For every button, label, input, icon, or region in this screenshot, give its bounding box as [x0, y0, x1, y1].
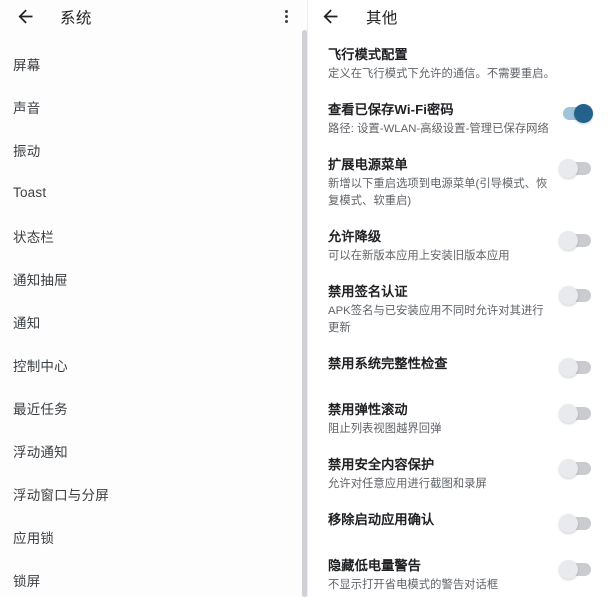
- setting-text: 禁用弹性滚动 阻止列表视图越界回弹: [328, 401, 559, 438]
- setting-subtitle: APK签名与已安装应用不同时允许对其进行更新: [328, 305, 544, 334]
- setting-title: 移除启动应用确认: [328, 512, 435, 527]
- toggle-thumb: [559, 459, 578, 478]
- sidebar-item-label: 锁屏: [13, 573, 41, 589]
- sidebar-item-screen[interactable]: 屏幕: [0, 42, 308, 85]
- toggle-thumb: [574, 104, 593, 123]
- left-panel-system: 系统 屏幕 声音 振动 Toast 状态栏 通知抽屉 通知 控制中心 最近任务 …: [0, 0, 308, 597]
- setting-title: 隐藏低电量警告: [328, 558, 422, 573]
- setting-subtitle: 可以在新版本应用上安装旧版本应用: [328, 250, 510, 262]
- settings-list: 飞行模式配置 定义在飞行模式下允许的通信。不需要重启。 查看已保存Wi-Fi密码…: [308, 33, 609, 597]
- toggle-switch[interactable]: [559, 459, 593, 479]
- setting-title: 飞行模式配置: [328, 47, 408, 62]
- sidebar-item-app-lock[interactable]: 应用锁: [0, 515, 308, 558]
- toggle-switch[interactable]: [559, 286, 593, 306]
- sidebar-item-label: Toast: [13, 185, 47, 200]
- toggle-thumb: [559, 286, 578, 305]
- setting-text: 禁用签名认证 APK签名与已安装应用不同时允许对其进行更新: [328, 283, 559, 337]
- toggle-switch[interactable]: [559, 560, 593, 580]
- toggle-thumb: [559, 159, 578, 178]
- toggle-thumb: [559, 560, 578, 579]
- page-title: 系统: [60, 9, 92, 27]
- setting-subtitle: 允许对任意应用进行截图和录屏: [328, 478, 487, 490]
- right-panel-other: 其他 飞行模式配置 定义在飞行模式下允许的通信。不需要重启。 查看已保存Wi-F…: [308, 0, 609, 597]
- back-arrow-icon[interactable]: [13, 5, 37, 29]
- sidebar-item-recent-tasks[interactable]: 最近任务: [0, 386, 308, 429]
- sidebar-item-label: 最近任务: [13, 401, 68, 417]
- sidebar-item-label: 振动: [13, 143, 41, 159]
- toggle-switch[interactable]: [559, 404, 593, 424]
- sidebar-item-toast[interactable]: Toast: [0, 171, 308, 214]
- setting-row-extended-power-menu[interactable]: 扩展电源菜单 新增以下重启选项到电源菜单(引导模式、恢复模式、软重启): [308, 147, 609, 219]
- toggle-thumb: [559, 514, 578, 533]
- setting-row-disable-signature-verification[interactable]: 禁用签名认证 APK签名与已安装应用不同时允许对其进行更新: [308, 274, 609, 346]
- sidebar-item-label: 声音: [13, 100, 41, 116]
- sidebar-item-label: 控制中心: [13, 358, 68, 374]
- sidebar-item-label: 通知: [13, 315, 41, 331]
- setting-row-airplane-mode-config[interactable]: 飞行模式配置 定义在飞行模式下允许的通信。不需要重启。: [308, 37, 609, 92]
- settings-split-view: 系统 屏幕 声音 振动 Toast 状态栏 通知抽屉 通知 控制中心 最近任务 …: [0, 0, 609, 597]
- setting-row-disable-system-integrity-check[interactable]: 禁用系统完整性检查: [308, 346, 609, 392]
- setting-subtitle: 不显示打开省电模式的警告对话框: [328, 579, 499, 591]
- sidebar-item-control-center[interactable]: 控制中心: [0, 343, 308, 386]
- setting-row-disable-secure-content-protection[interactable]: 禁用安全内容保护 允许对任意应用进行截图和录屏: [308, 447, 609, 502]
- setting-title: 禁用弹性滚动: [328, 402, 408, 417]
- right-panel-header: 其他: [308, 0, 609, 33]
- setting-text: 禁用安全内容保护 允许对任意应用进行截图和录屏: [328, 456, 559, 493]
- sidebar-list: 屏幕 声音 振动 Toast 状态栏 通知抽屉 通知 控制中心 最近任务 浮动通…: [0, 33, 308, 597]
- toggle-switch[interactable]: [559, 104, 593, 124]
- sidebar-item-vibration[interactable]: 振动: [0, 128, 308, 171]
- sidebar-item-label: 应用锁: [13, 530, 55, 546]
- toggle-switch[interactable]: [559, 231, 593, 251]
- setting-text: 查看已保存Wi-Fi密码 路径: 设置-WLAN-高级设置-管理已保存网络: [328, 101, 559, 138]
- setting-text: 移除启动应用确认: [328, 511, 559, 529]
- sidebar-item-label: 通知抽屉: [13, 272, 68, 288]
- sidebar-item-notification-drawer[interactable]: 通知抽屉: [0, 257, 308, 300]
- setting-row-remove-launch-app-confirmation[interactable]: 移除启动应用确认: [308, 502, 609, 548]
- setting-text: 飞行模式配置 定义在飞行模式下允许的通信。不需要重启。: [328, 46, 599, 83]
- sidebar-item-label: 屏幕: [13, 57, 41, 73]
- setting-row-allow-downgrade[interactable]: 允许降级 可以在新版本应用上安装旧版本应用: [308, 219, 609, 274]
- setting-subtitle: 定义在飞行模式下允许的通信。不需要重启。: [328, 68, 555, 80]
- toggle-thumb: [559, 404, 578, 423]
- back-arrow-icon[interactable]: [318, 5, 342, 29]
- left-panel-header: 系统: [0, 0, 308, 33]
- setting-row-view-saved-wifi-passwords[interactable]: 查看已保存Wi-Fi密码 路径: 设置-WLAN-高级设置-管理已保存网络: [308, 92, 609, 147]
- toggle-switch[interactable]: [559, 159, 593, 179]
- setting-subtitle: 阻止列表视图越界回弹: [328, 423, 442, 435]
- toggle-switch[interactable]: [559, 358, 593, 378]
- sidebar-item-label: 浮动窗口与分屏: [13, 487, 109, 503]
- toggle-thumb: [559, 231, 578, 250]
- page-title: 其他: [366, 9, 398, 27]
- sidebar-item-sound[interactable]: 声音: [0, 85, 308, 128]
- setting-title: 禁用系统完整性检查: [328, 356, 448, 371]
- setting-row-hide-low-battery-warning[interactable]: 隐藏低电量警告 不显示打开省电模式的警告对话框: [308, 548, 609, 597]
- setting-title: 查看已保存Wi-Fi密码: [328, 102, 454, 117]
- sidebar-item-label: 浮动通知: [13, 444, 68, 460]
- toggle-switch[interactable]: [559, 514, 593, 534]
- setting-title: 扩展电源菜单: [328, 157, 408, 172]
- setting-title: 禁用签名认证: [328, 284, 408, 299]
- sidebar-item-status-bar[interactable]: 状态栏: [0, 214, 308, 257]
- setting-text: 扩展电源菜单 新增以下重启选项到电源菜单(引导模式、恢复模式、软重启): [328, 156, 559, 210]
- setting-subtitle: 路径: 设置-WLAN-高级设置-管理已保存网络: [328, 123, 549, 135]
- setting-subtitle: 新增以下重启选项到电源菜单(引导模式、恢复模式、软重启): [328, 178, 548, 207]
- setting-text: 禁用系统完整性检查: [328, 355, 559, 373]
- sidebar-item-floating-window-split-screen[interactable]: 浮动窗口与分屏: [0, 472, 308, 515]
- setting-title: 允许降级: [328, 229, 382, 244]
- overflow-menu-icon[interactable]: [276, 6, 296, 26]
- sidebar-item-floating-notifications[interactable]: 浮动通知: [0, 429, 308, 472]
- setting-row-disable-overscroll[interactable]: 禁用弹性滚动 阻止列表视图越界回弹: [308, 392, 609, 447]
- toggle-thumb: [559, 358, 578, 377]
- sidebar-item-notifications[interactable]: 通知: [0, 300, 308, 343]
- sidebar-item-label: 状态栏: [13, 229, 55, 245]
- setting-text: 隐藏低电量警告 不显示打开省电模式的警告对话框: [328, 557, 559, 594]
- setting-title: 禁用安全内容保护: [328, 457, 435, 472]
- sidebar-item-lock-screen[interactable]: 锁屏: [0, 558, 308, 597]
- setting-text: 允许降级 可以在新版本应用上安装旧版本应用: [328, 228, 559, 265]
